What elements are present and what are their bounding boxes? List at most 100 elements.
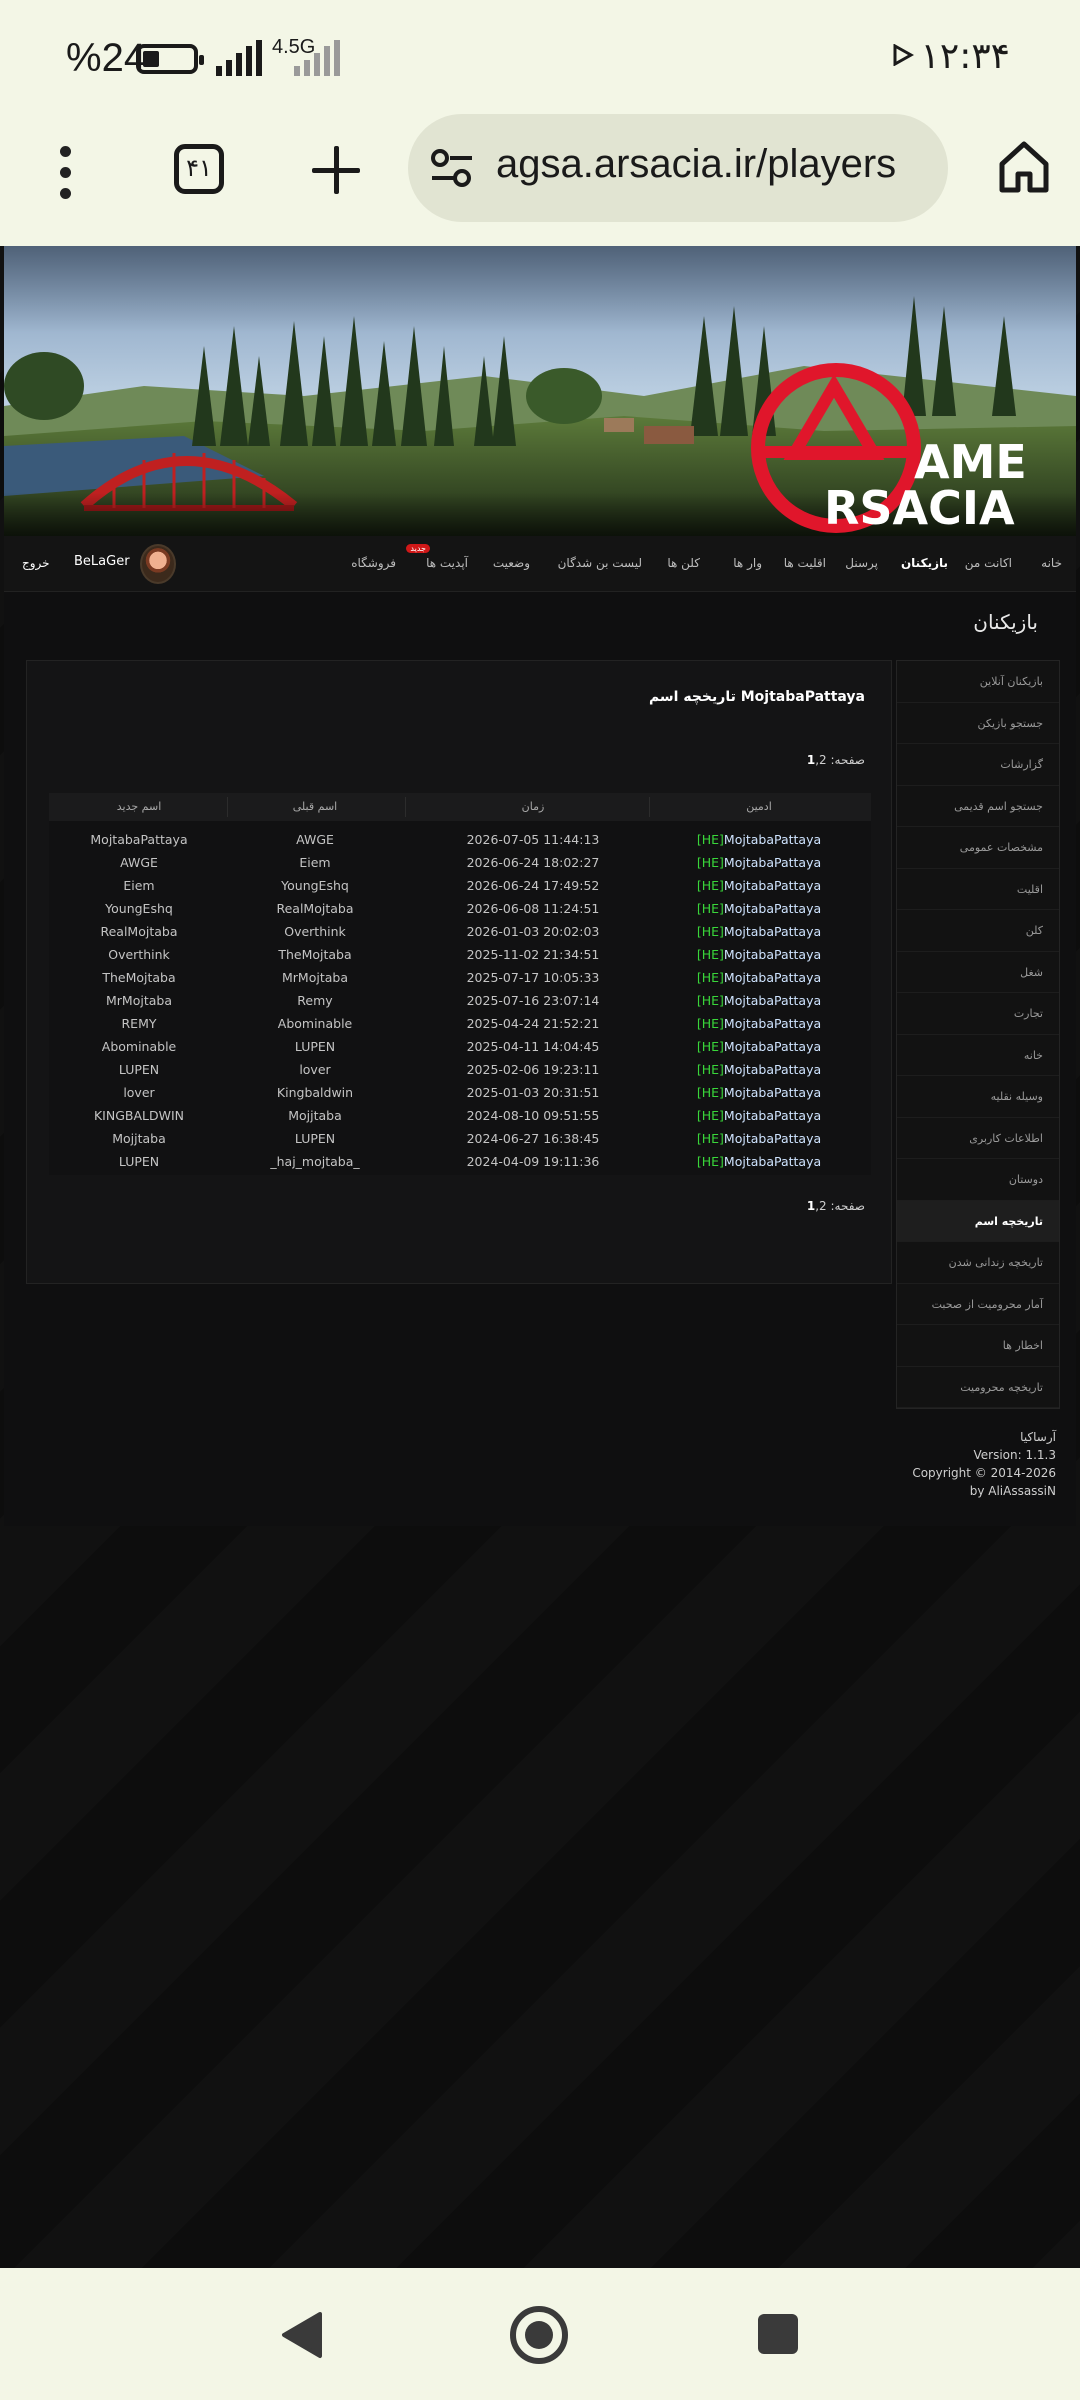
tab-switcher-button[interactable]: ۴۱ bbox=[174, 144, 224, 194]
cell-admin[interactable]: [HE]MojtabaPattaya bbox=[669, 832, 849, 847]
sidebar-item-old-name-search[interactable]: جستجو اسم قدیمی bbox=[897, 786, 1059, 827]
nav-wars[interactable]: وار ها bbox=[733, 556, 762, 570]
nav-minorities[interactable]: اقلیت ها bbox=[784, 556, 826, 570]
cell-time: 2024-06-27 16:38:45 bbox=[466, 1131, 600, 1146]
home-nav-icon[interactable] bbox=[510, 2306, 568, 2364]
logout-link[interactable]: خروج bbox=[22, 556, 50, 570]
home-icon[interactable] bbox=[996, 138, 1052, 194]
table-row: YoungEshq RealMojtaba 2026-06-08 11:24:51 [… bbox=[49, 898, 871, 921]
admin-tag: [HE] bbox=[696, 878, 724, 893]
admin-name[interactable]: MojtabaPattaya bbox=[724, 970, 821, 985]
sidebar-item-house[interactable]: خانه bbox=[897, 1035, 1059, 1076]
admin-tag: [HE] bbox=[696, 1062, 724, 1077]
cell-old-name: RealMojtaba bbox=[276, 901, 354, 916]
menu-icon[interactable] bbox=[52, 146, 78, 206]
cell-admin[interactable]: [HE]MojtabaPattaya bbox=[669, 1062, 849, 1077]
sidebar-item-general-info[interactable]: مشخصات عمومی bbox=[897, 827, 1059, 869]
sidebar-item-trade[interactable]: تجارت bbox=[897, 993, 1059, 1035]
cell-admin[interactable]: [HE]MojtabaPattaya bbox=[669, 878, 849, 893]
sidebar: بازیکنان آنلاین جستجو بازیکن گزارشات جست… bbox=[896, 660, 1060, 1409]
admin-name[interactable]: MojtabaPattaya bbox=[724, 1154, 821, 1169]
new-badge: جدید bbox=[406, 544, 430, 553]
sidebar-item-friends[interactable]: دوستان bbox=[897, 1159, 1059, 1201]
admin-name[interactable]: MojtabaPattaya bbox=[724, 878, 821, 893]
cell-new-name: YoungEshq bbox=[105, 901, 173, 916]
table-row: KINGBALDWIN Mojjtaba 2024-08-10 09:51:55 [H… bbox=[49, 1105, 871, 1128]
cell-admin[interactable]: [HE]MojtabaPattaya bbox=[669, 1016, 849, 1031]
sidebar-item-ban-history[interactable]: تاریخچه محرومیت bbox=[897, 1367, 1059, 1408]
admin-name[interactable]: MojtabaPattaya bbox=[724, 901, 821, 916]
admin-name[interactable]: MojtabaPattaya bbox=[724, 1016, 821, 1031]
sidebar-item-player-search[interactable]: جستجو بازیکن bbox=[897, 703, 1059, 744]
cell-admin[interactable]: [HE]MojtabaPattaya bbox=[669, 1039, 849, 1054]
cell-new-name: AWGE bbox=[120, 855, 158, 870]
nav-staff[interactable]: پرسنل bbox=[845, 556, 878, 570]
admin-name[interactable]: MojtabaPattaya bbox=[724, 1131, 821, 1146]
sidebar-item-user-info[interactable]: اطلاعات کاربری bbox=[897, 1118, 1059, 1159]
sidebar-item-job[interactable]: شغل bbox=[897, 952, 1059, 993]
admin-name[interactable]: MojtabaPattaya bbox=[724, 947, 821, 962]
cell-old-name: Abominable bbox=[277, 1016, 353, 1031]
sidebar-item-reports[interactable]: گزارشات bbox=[897, 744, 1059, 786]
cell-admin[interactable]: [HE]MojtabaPattaya bbox=[669, 855, 849, 870]
page-current: 1 bbox=[806, 753, 816, 767]
cell-admin[interactable]: [HE]MojtabaPattaya bbox=[669, 1131, 849, 1146]
cell-old-name: lover bbox=[299, 1062, 331, 1077]
admin-name[interactable]: MojtabaPattaya bbox=[724, 1108, 821, 1123]
sidebar-item-vehicle[interactable]: وسیله نقلیه bbox=[897, 1076, 1059, 1118]
admin-name[interactable]: MojtabaPattaya bbox=[724, 1062, 821, 1077]
sidebar-item-jail-history[interactable]: تاریخچه زندانی شدن bbox=[897, 1242, 1059, 1284]
banner-image: AME RSACIA bbox=[4, 246, 1076, 536]
sidebar-item-minority[interactable]: اقلیت bbox=[897, 869, 1059, 910]
table-row: LUPEN _haj_mojtaba_ 2024-04-09 19:11:36 [HE… bbox=[49, 1151, 871, 1174]
sidebar-item-warnings[interactable]: اخطار ها bbox=[897, 1325, 1059, 1367]
cell-admin[interactable]: [HE]MojtabaPattaya bbox=[669, 1085, 849, 1100]
footer-copyright: Copyright © 2014-2026 bbox=[912, 1466, 1056, 1480]
cell-admin[interactable]: [HE]MojtabaPattaya bbox=[669, 970, 849, 985]
sidebar-item-clan[interactable]: کلن bbox=[897, 910, 1059, 952]
sidebar-item-online-players[interactable]: بازیکنان آنلاین bbox=[897, 661, 1059, 703]
admin-name[interactable]: MojtabaPattaya bbox=[724, 1085, 821, 1100]
nav-updates[interactable]: آپدیت ها bbox=[426, 556, 468, 570]
cell-time: 2026-06-08 11:24:51 bbox=[466, 901, 600, 916]
recent-apps-icon[interactable] bbox=[758, 2314, 798, 2354]
page-link-2[interactable]: 2 bbox=[819, 753, 827, 767]
table-row: TheMojtaba MrMojtaba 2025-07-17 10:05:33 [H… bbox=[49, 967, 871, 990]
cell-admin[interactable]: [HE]MojtabaPattaya bbox=[669, 901, 849, 916]
cell-admin[interactable]: [HE]MojtabaPattaya bbox=[669, 947, 849, 962]
admin-name[interactable]: MojtabaPattaya bbox=[724, 1039, 821, 1054]
cell-time: 2024-08-10 09:51:55 bbox=[466, 1108, 600, 1123]
nav-ban-list[interactable]: لیست بن شدگان bbox=[558, 556, 642, 570]
cell-new-name: Mojjtaba bbox=[112, 1131, 166, 1146]
cell-admin[interactable]: [HE]MojtabaPattaya bbox=[669, 1108, 849, 1123]
table-row: REMY Abominable 2025-04-24 21:52:21 [HE]Moj… bbox=[49, 1013, 871, 1036]
nav-shop[interactable]: فروشگاه bbox=[351, 556, 396, 570]
site-settings-icon[interactable] bbox=[430, 148, 474, 188]
sidebar-item-mute-stats[interactable]: آمار محرومیت از صحبت bbox=[897, 1284, 1059, 1325]
cell-admin[interactable]: [HE]MojtabaPattaya bbox=[669, 1154, 849, 1169]
sidebar-item-name-history[interactable]: تاریخچه اسم bbox=[897, 1200, 1059, 1242]
cell-time: 2025-07-17 10:05:33 bbox=[466, 970, 600, 985]
url-bar[interactable]: agsa.arsacia.ir/players bbox=[408, 114, 948, 222]
admin-name[interactable]: MojtabaPattaya bbox=[724, 832, 821, 847]
url-text: agsa.arsacia.ir/players bbox=[496, 142, 897, 186]
cell-admin[interactable]: [HE]MojtabaPattaya bbox=[669, 993, 849, 1008]
nav-status[interactable]: وضعیت bbox=[493, 556, 530, 570]
cell-admin[interactable]: [HE]MojtabaPattaya bbox=[669, 924, 849, 939]
back-icon[interactable] bbox=[278, 2310, 324, 2360]
site-nav: خانه اکانت من بازیکنان پرسنل اقلیت ها وا… bbox=[4, 536, 1076, 592]
page-link-2[interactable]: 2 bbox=[819, 1199, 827, 1213]
admin-name[interactable]: MojtabaPattaya bbox=[724, 855, 821, 870]
new-tab-button[interactable] bbox=[306, 140, 366, 200]
nav-home[interactable]: خانه bbox=[1041, 556, 1062, 570]
nav-players[interactable]: بازیکنان bbox=[901, 556, 948, 570]
username[interactable]: BeLaGer bbox=[74, 554, 130, 569]
nav-my-account[interactable]: اکانت من bbox=[965, 556, 1012, 570]
cell-new-name: LUPEN bbox=[118, 1154, 160, 1169]
admin-name[interactable]: MojtabaPattaya bbox=[724, 993, 821, 1008]
nav-clans[interactable]: کلن ها bbox=[667, 556, 700, 570]
col-time: زمان bbox=[521, 800, 545, 813]
admin-name[interactable]: MojtabaPattaya bbox=[724, 924, 821, 939]
avatar[interactable] bbox=[140, 544, 176, 584]
cell-time: 2025-02-06 19:23:11 bbox=[466, 1062, 600, 1077]
